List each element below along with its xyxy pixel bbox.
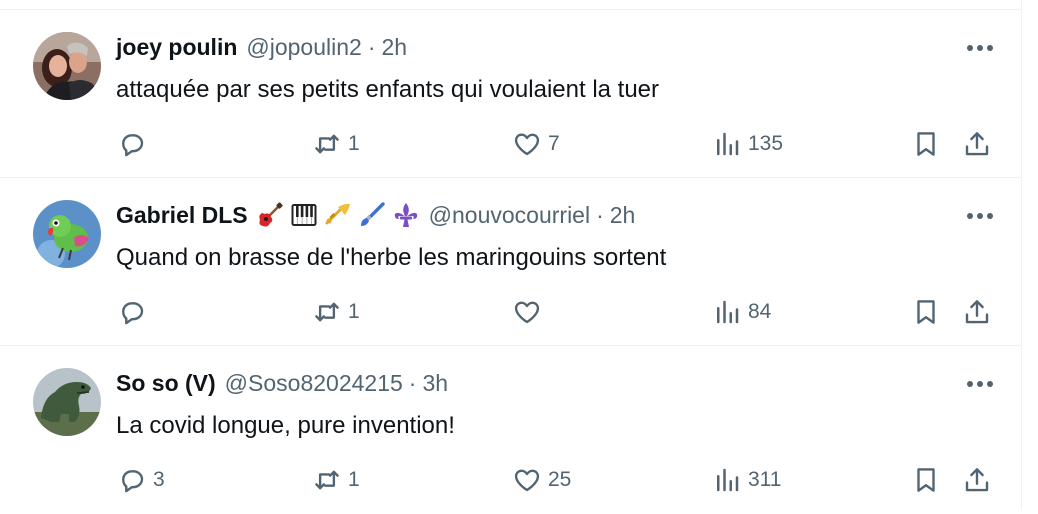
tweet-text: attaquée par ses petits enfants qui voul… — [116, 76, 660, 103]
reply-icon — [122, 470, 144, 493]
view-count: 311 — [748, 468, 782, 491]
repost-icon — [315, 470, 339, 490]
share-icon — [965, 300, 989, 324]
piano-keys-emoji-icon — [291, 204, 317, 226]
view-count: 84 — [748, 300, 772, 323]
repost-count: 1 — [348, 300, 360, 323]
reply-count: 3 — [153, 468, 165, 491]
separator: · — [367, 33, 376, 60]
tweet[interactable]: So so (V) @Soso82024215 · 3h La covid lo… — [0, 346, 1022, 514]
display-name[interactable]: So so (V) — [116, 370, 216, 397]
like-button[interactable]: 25 — [512, 464, 571, 496]
share-icon — [965, 468, 989, 492]
more-options-icon[interactable] — [964, 374, 996, 394]
display-name[interactable]: joey poulin — [116, 34, 237, 61]
repost-icon — [315, 134, 339, 154]
repost-button[interactable]: 1 — [312, 464, 360, 496]
reply-button[interactable] — [117, 128, 153, 160]
tweet-header: joey poulin @jopoulin2 · 2h — [116, 32, 407, 62]
like-button[interactable] — [512, 296, 548, 328]
tweet[interactable]: Gabriel DLS @nouvocourriel · 2h Quand on… — [0, 178, 1022, 346]
timestamp[interactable]: 2h — [610, 202, 636, 229]
timestamp[interactable]: 2h — [382, 34, 408, 61]
heart-icon — [514, 301, 540, 324]
timeline-feed: joey poulin @jopoulin2 · 2h attaquée par… — [0, 0, 1022, 510]
separator: · — [596, 201, 604, 228]
analytics-icon — [717, 468, 739, 492]
timestamp[interactable]: 3h — [422, 370, 448, 397]
guitar-emoji-icon — [258, 202, 283, 227]
tweet-header: Gabriel DLS @nouvocourriel · 2h — [116, 200, 635, 230]
repost-count: 1 — [348, 132, 360, 155]
bookmark-icon — [917, 132, 935, 156]
separator: · — [408, 369, 417, 396]
heart-icon — [514, 133, 540, 156]
share-icon — [965, 132, 989, 156]
bookmark-icon — [917, 300, 935, 324]
user-handle[interactable]: @nouvocourriel — [429, 202, 590, 229]
views-button[interactable]: 84 — [712, 296, 771, 328]
share-button[interactable] — [962, 464, 992, 496]
avatar[interactable] — [33, 32, 101, 100]
views-button[interactable]: 135 — [712, 128, 783, 160]
reply-button[interactable]: 3 — [117, 464, 165, 496]
like-button[interactable]: 7 — [512, 128, 560, 160]
tweet-text: Quand on brasse de l'herbe les maringoui… — [116, 244, 667, 271]
bookmark-button[interactable] — [911, 296, 941, 328]
display-name[interactable]: Gabriel DLS — [116, 202, 248, 229]
tweet[interactable]: joey poulin @jopoulin2 · 2h attaquée par… — [0, 10, 1022, 178]
reply-icon — [122, 302, 144, 325]
analytics-icon — [717, 132, 739, 156]
repost-button[interactable]: 1 — [312, 128, 360, 160]
paintbrush-emoji-icon — [360, 202, 385, 226]
bookmark-button[interactable] — [911, 128, 941, 160]
fleur-de-lis-emoji-icon — [394, 203, 417, 227]
repost-icon — [315, 302, 339, 322]
share-button[interactable] — [962, 128, 992, 160]
user-handle[interactable]: @Soso82024215 — [225, 370, 403, 397]
repost-button[interactable]: 1 — [312, 296, 360, 328]
views-button[interactable]: 311 — [712, 464, 781, 496]
like-count: 7 — [548, 132, 560, 155]
tweet-header: So so (V) @Soso82024215 · 3h — [116, 368, 448, 398]
reply-icon — [122, 134, 144, 157]
name-emojis — [256, 201, 420, 229]
like-count: 25 — [548, 468, 572, 491]
user-handle[interactable]: @jopoulin2 — [246, 34, 361, 61]
more-options-icon[interactable] — [964, 206, 996, 226]
view-count: 135 — [748, 132, 784, 155]
heart-icon — [514, 469, 540, 492]
repost-count: 1 — [348, 468, 360, 491]
reply-button[interactable] — [117, 296, 153, 328]
avatar[interactable] — [33, 368, 101, 436]
bookmark-icon — [917, 468, 935, 492]
trumpet-emoji-icon — [325, 203, 350, 225]
bookmark-button[interactable] — [911, 464, 941, 496]
share-button[interactable] — [962, 296, 992, 328]
more-options-icon[interactable] — [964, 38, 996, 58]
analytics-icon — [717, 300, 739, 324]
tweet-text: La covid longue, pure invention! — [116, 412, 455, 439]
avatar[interactable] — [33, 200, 101, 268]
